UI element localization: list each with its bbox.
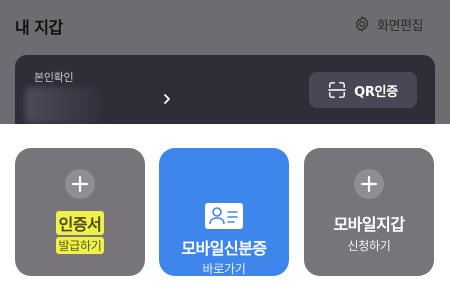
mobile-id-tile[interactable]: 모바일신분증 바로가기 bbox=[159, 148, 289, 276]
mobile-wallet-tile[interactable]: 모바일지갑 신청하기 bbox=[304, 148, 434, 276]
gear-icon bbox=[356, 16, 369, 32]
blurred-name bbox=[25, 87, 100, 123]
wallet-tiles: 인증서 발급하기 모바일신분증 바로가기 모바일지갑 신청하기 bbox=[0, 124, 450, 287]
qr-auth-label: QR인증 bbox=[354, 84, 398, 100]
certificate-tile[interactable]: 인증서 발급하기 bbox=[15, 148, 145, 276]
plus-icon bbox=[354, 169, 384, 199]
mobile-wallet-title: 모바일지갑 bbox=[333, 215, 405, 234]
qr-scan-icon bbox=[328, 82, 346, 98]
certificate-subtitle: 발급하기 bbox=[15, 237, 145, 254]
page-title: 내 지갑 bbox=[15, 18, 63, 37]
identity-verification-card[interactable]: 본인확인 QR인증 bbox=[15, 55, 435, 135]
header: 내 지갑 화면편집 bbox=[0, 0, 450, 48]
identity-verification-label: 본인확인 bbox=[34, 71, 74, 84]
chevron-right-icon[interactable] bbox=[161, 93, 173, 105]
plus-icon bbox=[65, 169, 95, 199]
edit-screen-button[interactable]: 화면편집 bbox=[353, 14, 423, 34]
mobile-id-subtitle: 바로가기 bbox=[202, 262, 246, 276]
mobile-id-title: 모바일신분증 bbox=[181, 239, 267, 258]
qr-auth-button[interactable]: QR인증 bbox=[309, 72, 417, 108]
mobile-wallet-subtitle: 신청하기 bbox=[347, 239, 391, 253]
edit-screen-label: 화면편집 bbox=[377, 18, 423, 34]
certificate-title: 인증서 bbox=[15, 211, 145, 235]
id-card-icon bbox=[205, 203, 243, 229]
